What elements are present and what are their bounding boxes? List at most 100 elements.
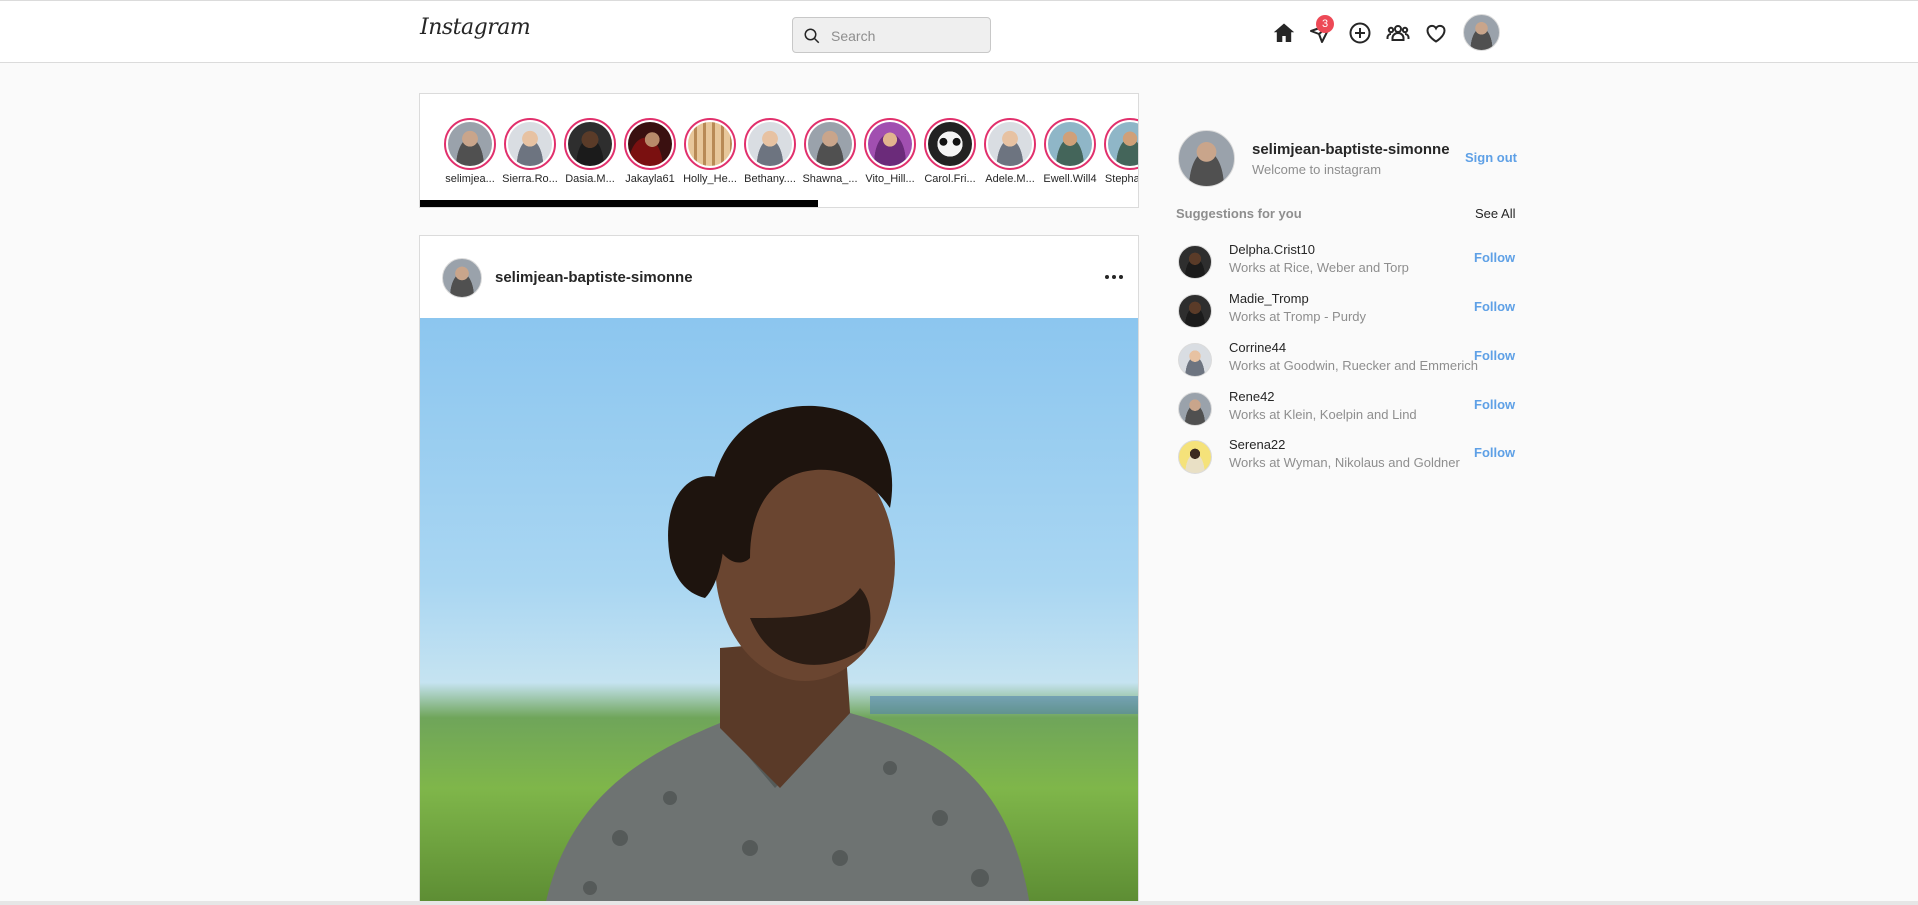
story-ring[interactable]: [624, 118, 676, 170]
story-username: Sierra.Ro...: [502, 173, 558, 185]
story-item[interactable]: Sierra.Ro...: [502, 118, 558, 185]
story-item[interactable]: Shawna_...: [802, 118, 858, 185]
messages-badge: 3: [1316, 15, 1334, 33]
story-username: Jakayla61: [625, 173, 675, 185]
suggestion-work: Works at Wyman, Nikolaus and Goldner: [1229, 455, 1460, 470]
story-ring[interactable]: [924, 118, 976, 170]
story-ring[interactable]: [504, 118, 556, 170]
story-item[interactable]: Stephan...: [1102, 118, 1138, 185]
story-avatar: [628, 122, 672, 166]
add-post-icon[interactable]: [1348, 21, 1372, 45]
more-options-icon[interactable]: [1099, 262, 1129, 292]
suggestion-avatar[interactable]: [1178, 343, 1212, 377]
story-username: Ewell.Will4: [1043, 173, 1097, 185]
story-item[interactable]: selimjea...: [442, 118, 498, 185]
welcome-text: Welcome to instagram: [1252, 162, 1382, 177]
suggestion-avatar[interactable]: [1178, 294, 1212, 328]
sign-out-link[interactable]: Sign out: [1465, 150, 1517, 165]
suggestion-avatar[interactable]: [1178, 245, 1212, 279]
story-username: Vito_Hill...: [865, 173, 915, 185]
story-item[interactable]: Dasia.M...: [562, 118, 618, 185]
story-ring[interactable]: [1044, 118, 1096, 170]
search-box[interactable]: [792, 17, 991, 53]
suggestion-avatar[interactable]: [1178, 392, 1212, 426]
story-item[interactable]: Holly_He...: [682, 118, 738, 185]
stories-scrollbar[interactable]: [420, 200, 818, 207]
story-ring[interactable]: [684, 118, 736, 170]
story-avatar: [688, 122, 732, 166]
story-avatar: [508, 122, 552, 166]
follow-button[interactable]: Follow: [1474, 445, 1515, 460]
window-bottom-edge: [0, 901, 1918, 905]
home-icon[interactable]: [1272, 21, 1296, 45]
story-avatar: [988, 122, 1032, 166]
story-item[interactable]: Jakayla61: [622, 118, 678, 185]
suggestion-username[interactable]: Madie_Tromp: [1229, 291, 1309, 306]
suggestion-username[interactable]: Delpha.Crist10: [1229, 242, 1315, 257]
story-username: Stephan...: [1104, 173, 1138, 185]
suggestion-item: Corrine44 Works at Goodwin, Ruecker and …: [1176, 338, 1516, 384]
story-username: Holly_He...: [683, 173, 737, 185]
story-avatar: [868, 122, 912, 166]
current-user-username[interactable]: selimjean-baptiste-simonne: [1252, 141, 1450, 158]
suggestion-item: Rene42 Works at Klein, Koelpin and Lind …: [1176, 387, 1516, 433]
story-avatar: [808, 122, 852, 166]
story-avatar: [568, 122, 612, 166]
post-image[interactable]: [420, 318, 1138, 905]
story-username: Adele.M...: [985, 173, 1035, 185]
story-ring[interactable]: [744, 118, 796, 170]
post-author-username[interactable]: selimjean-baptiste-simonne: [495, 269, 693, 286]
suggestion-username[interactable]: Rene42: [1229, 389, 1275, 404]
search-icon: [804, 28, 820, 44]
current-user-avatar[interactable]: [1178, 130, 1235, 187]
suggestion-work: Works at Klein, Koelpin and Lind: [1229, 407, 1417, 422]
post-card: selimjean-baptiste-simonne: [419, 235, 1139, 905]
story-ring[interactable]: [864, 118, 916, 170]
suggestion-item: Madie_Tromp Works at Tromp - Purdy Follo…: [1176, 289, 1516, 335]
story-ring[interactable]: [1104, 118, 1138, 170]
explore-people-icon[interactable]: [1386, 21, 1410, 45]
suggestion-avatar[interactable]: [1178, 440, 1212, 474]
story-ring[interactable]: [444, 118, 496, 170]
suggestion-username[interactable]: Corrine44: [1229, 340, 1286, 355]
post-header: selimjean-baptiste-simonne: [420, 236, 1138, 318]
story-username: Dasia.M...: [565, 173, 615, 185]
post-author-avatar[interactable]: [442, 258, 482, 298]
instagram-logo[interactable]: Instagram: [420, 15, 531, 40]
suggestion-item: Serena22 Works at Wyman, Nikolaus and Go…: [1176, 435, 1516, 481]
stories-tray: selimjea... Sierra.Ro... Dasia.M... Jakayla…: [419, 93, 1139, 208]
story-avatar: [928, 122, 972, 166]
follow-button[interactable]: Follow: [1474, 299, 1515, 314]
suggestion-work: Works at Tromp - Purdy: [1229, 309, 1367, 324]
story-item[interactable]: Adele.M...: [982, 118, 1038, 185]
profile-avatar[interactable]: [1463, 14, 1500, 51]
story-avatar: [1048, 122, 1092, 166]
story-username: Carol.Fri...: [924, 173, 976, 185]
suggestions-title: Suggestions for you: [1176, 206, 1302, 221]
follow-button[interactable]: Follow: [1474, 348, 1515, 363]
suggestion-username[interactable]: Serena22: [1229, 437, 1285, 452]
story-avatar: [748, 122, 792, 166]
story-ring[interactable]: [804, 118, 856, 170]
story-item[interactable]: Vito_Hill...: [862, 118, 918, 185]
story-avatar: [448, 122, 492, 166]
suggestion-item: Delpha.Crist10 Works at Rice, Weber and …: [1176, 240, 1516, 286]
story-username: Shawna_...: [802, 173, 858, 185]
heart-icon[interactable]: [1424, 21, 1448, 45]
story-ring[interactable]: [984, 118, 1036, 170]
post-photo-illustration: [545, 405, 1138, 905]
story-avatar: [1108, 122, 1138, 166]
story-username: Bethany....: [744, 173, 796, 185]
search-input[interactable]: [831, 26, 981, 46]
suggestion-work: Works at Goodwin, Ruecker and Emmerich: [1229, 358, 1479, 373]
top-nav-bar: Instagram 3: [0, 0, 1918, 63]
story-item[interactable]: Carol.Fri...: [922, 118, 978, 185]
see-all-link[interactable]: See All: [1475, 206, 1515, 221]
suggestion-work: Works at Rice, Weber and Torp: [1229, 260, 1409, 275]
story-item[interactable]: Ewell.Will4: [1042, 118, 1098, 185]
story-ring[interactable]: [564, 118, 616, 170]
follow-button[interactable]: Follow: [1474, 250, 1515, 265]
follow-button[interactable]: Follow: [1474, 397, 1515, 412]
story-item[interactable]: Bethany....: [742, 118, 798, 185]
story-username: selimjea...: [445, 173, 495, 185]
